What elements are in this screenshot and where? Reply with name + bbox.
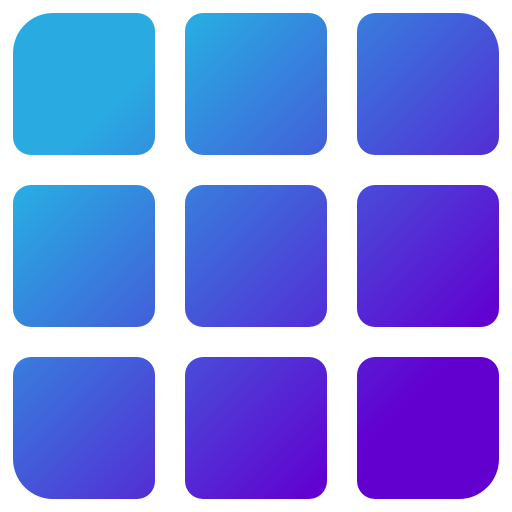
tile-top-center — [185, 13, 327, 155]
tile-bottom-left — [13, 357, 155, 499]
app-grid-icon — [0, 0, 512, 512]
tile-bottom-center — [185, 357, 327, 499]
tile-middle-left — [13, 185, 155, 327]
app-grid-svg — [13, 13, 499, 499]
tile-top-left — [13, 13, 155, 155]
tile-middle-center — [185, 185, 327, 327]
tile-top-right — [357, 13, 499, 155]
tile-bottom-right — [357, 357, 499, 499]
tile-middle-right — [357, 185, 499, 327]
